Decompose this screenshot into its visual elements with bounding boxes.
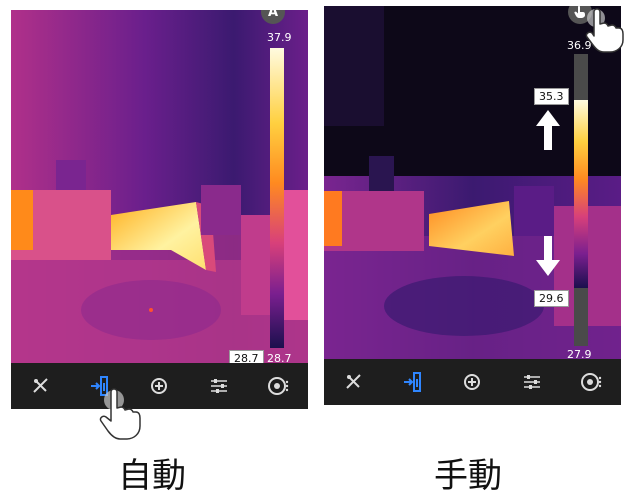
lower-limit-box[interactable]: 29.6 [534,290,569,307]
bottom-toolbar [11,363,308,409]
measure-tools-icon[interactable] [341,369,367,395]
adjust-sliders-icon[interactable] [519,369,545,395]
palette-scale-icon[interactable] [400,369,426,395]
measure-tools-icon[interactable] [28,373,54,399]
thermal-screen-auto: A 37.9 28.7 28.7 [11,10,308,409]
pointing-hand-icon [585,8,624,53]
thermal-screen-manual: 36.9 35.3 29.6 27.9 [324,6,621,405]
adjust-sliders-icon[interactable] [206,373,232,399]
caption-auto: 自動 [118,456,186,496]
color-scale-bar[interactable] [574,100,588,288]
arrow-down-icon [536,236,560,276]
scale-bar-upper-grey [574,54,588,100]
bottom-toolbar [324,359,621,405]
thermal-image [11,10,308,363]
spot-target-icon[interactable] [146,373,172,399]
caption-manual: 手動 [434,456,502,496]
color-scale-bar [270,48,284,348]
scale-max-label: 37.9 [267,31,292,44]
arrow-up-icon [536,110,560,150]
upper-limit-box[interactable]: 35.3 [534,88,569,105]
spot-target-icon[interactable] [459,369,485,395]
camera-switch-icon[interactable] [578,369,604,395]
camera-switch-icon[interactable] [265,373,291,399]
pointing-hand-icon [99,388,141,440]
scale-bar-lower-grey [574,288,588,346]
